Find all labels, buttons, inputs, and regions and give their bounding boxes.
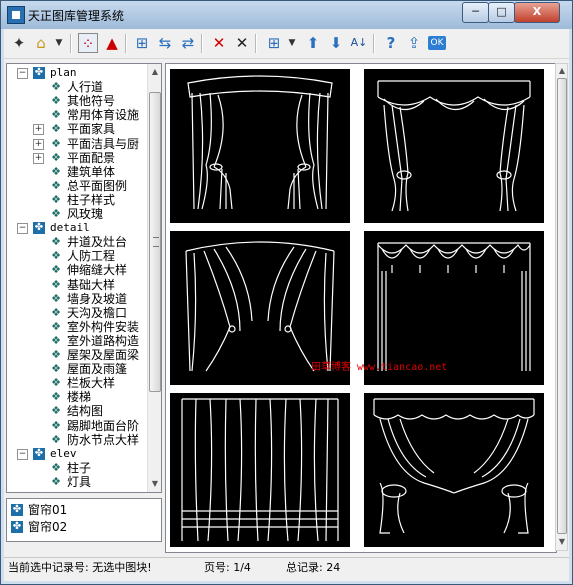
library-leaf-icon: ❖ xyxy=(51,277,61,291)
library-leaf-icon: ❖ xyxy=(51,404,61,418)
category-icon: ✤ xyxy=(33,447,45,460)
library-leaf-icon: ❖ xyxy=(51,235,61,249)
status-bar: 当前选中记录号: 无选中图块! 页号: 1/4 总记录: 24 xyxy=(4,557,569,578)
window-title: 天正图库管理系统 xyxy=(28,9,125,23)
gallery-scrollbar[interactable]: ▲ ▼ xyxy=(555,63,568,551)
library-leaf-icon: ❖ xyxy=(51,362,61,376)
ok-icon[interactable]: OK xyxy=(428,36,446,50)
curtain-thumbnail[interactable] xyxy=(364,393,544,547)
curtain-thumbnail[interactable] xyxy=(170,69,350,223)
move-down-icon[interactable]: ⬇ xyxy=(326,33,346,53)
curtain-thumbnail[interactable] xyxy=(170,393,350,547)
library-leaf-icon: ❖ xyxy=(51,108,61,122)
library-leaf-icon: ❖ xyxy=(51,122,61,136)
library-leaf-icon: ❖ xyxy=(51,305,61,319)
status-current-record: 当前选中记录号: 无选中图块! xyxy=(8,561,152,574)
status-total: 总记录: 24 xyxy=(286,561,341,574)
library-leaf-icon: ❖ xyxy=(51,164,61,178)
library-leaf-icon: ❖ xyxy=(51,207,61,220)
maximize-button[interactable]: □ xyxy=(488,2,515,23)
sort-az-icon[interactable]: A↓ xyxy=(349,33,369,53)
toolbar: ✦ ⌂ ▼ ⁘ ▲ ⊞ ⇆ ⇄ ✕ ✕ ⊞ ▼ ⬆ ⬇ A↓ ? ⇪ OK xyxy=(4,29,569,59)
view-layout-icon[interactable]: ⊞ xyxy=(264,33,284,53)
library-leaf-icon: ❖ xyxy=(51,474,61,488)
library-leaf-icon: ❖ xyxy=(51,418,61,432)
expand-toggle-icon[interactable]: + xyxy=(33,152,44,164)
dropdown-arrow-icon[interactable]: ▼ xyxy=(54,33,64,53)
scroll-up-arrow-icon[interactable]: ▲ xyxy=(149,66,161,78)
client-area: ✦ ⌂ ▼ ⁘ ▲ ⊞ ⇆ ⇄ ✕ ✕ ⊞ ▼ ⬆ ⬇ A↓ ? ⇪ OK − ✤… xyxy=(4,29,569,581)
refresh-icon[interactable]: ⊞ xyxy=(132,33,152,53)
library-leaf-icon: ❖ xyxy=(51,263,61,277)
title-bar[interactable]: 天正图库管理系统 ─ □ X xyxy=(1,1,572,29)
tree-scrollbar[interactable]: ▲ ▼ xyxy=(147,64,161,492)
watermark-text: 田草博客 www.tiancao.net xyxy=(311,362,448,373)
library-leaf-icon: ❖ xyxy=(51,178,61,192)
move-icon[interactable]: ⇄ xyxy=(178,33,198,53)
library-leaf-icon: ❖ xyxy=(51,150,61,164)
scroll-down-arrow-icon[interactable]: ▼ xyxy=(149,478,161,490)
expand-toggle-icon[interactable]: + xyxy=(33,124,44,136)
grid-select-icon[interactable]: ⁘ xyxy=(78,33,98,53)
tree-scroll-thumb[interactable] xyxy=(149,92,161,392)
library-leaf-icon: ❖ xyxy=(51,460,61,474)
library-leaf-icon: ❖ xyxy=(51,333,61,347)
expand-toggle-icon[interactable]: + xyxy=(33,138,44,150)
new-icon[interactable]: ✦ xyxy=(9,33,29,53)
library-leaf-icon: ❖ xyxy=(51,136,61,150)
category-icon: ✤ xyxy=(33,222,45,235)
category-icon: ✤ xyxy=(33,67,45,79)
app-icon xyxy=(7,6,25,24)
library-leaf-icon: ❖ xyxy=(51,80,61,94)
library-leaf-icon: ❖ xyxy=(51,249,61,263)
gallery-scroll-up-icon[interactable]: ▲ xyxy=(556,65,568,77)
move-up-icon[interactable]: ⬆ xyxy=(303,33,323,53)
library-leaf-icon: ❖ xyxy=(51,390,61,404)
curtain-thumbnail[interactable] xyxy=(364,69,544,223)
help-icon[interactable]: ? xyxy=(381,33,401,53)
triangle-icon[interactable]: ▲ xyxy=(102,33,122,53)
gallery-scroll-thumb[interactable] xyxy=(557,78,567,534)
collapse-toggle-icon[interactable]: − xyxy=(17,68,28,79)
close-window-button[interactable]: X xyxy=(514,2,560,23)
close-icon[interactable]: ✕ xyxy=(232,33,252,53)
status-page: 页号: 1/4 xyxy=(204,561,251,574)
category-tree[interactable]: − ✤ plan ❖ 人行道 ❖ 其他符号 ❖ 常用体育设施 + ❖ 平面家具 + ❖ 平面洁具与厨 + ❖ 平面… xyxy=(6,63,162,493)
replace-icon[interactable]: ⇆ xyxy=(155,33,175,53)
library-leaf-icon: ❖ xyxy=(51,432,61,446)
minimize-button[interactable]: ─ xyxy=(462,2,489,23)
library-leaf-icon: ❖ xyxy=(51,291,61,305)
delete-icon[interactable]: ✕ xyxy=(209,33,229,53)
layout-dropdown-icon[interactable]: ▼ xyxy=(287,33,297,53)
library-leaf-icon: ❖ xyxy=(51,192,61,206)
library-leaf-icon: ❖ xyxy=(51,376,61,390)
export-icon[interactable]: ⇪ xyxy=(404,33,424,53)
collapse-toggle-icon[interactable]: − xyxy=(17,223,28,235)
selected-block-list[interactable]: ✤ 窗帘01 ✤ 窗帘02 xyxy=(6,498,162,542)
library-leaf-icon: ❖ xyxy=(51,319,61,333)
library-leaf-icon: ❖ xyxy=(51,348,61,361)
open-folder-icon[interactable]: ⌂ xyxy=(31,33,51,53)
library-leaf-icon: ❖ xyxy=(51,94,61,108)
image-gallery[interactable]: 田草博客 www.tiancao.net xyxy=(165,63,557,553)
collapse-toggle-icon[interactable]: − xyxy=(17,448,28,460)
gallery-scroll-down-icon[interactable]: ▼ xyxy=(556,536,568,548)
app-window: 天正图库管理系统 ─ □ X ✦ ⌂ ▼ ⁘ ▲ ⊞ ⇆ ⇄ ✕ ✕ ⊞ ▼ ⬆… xyxy=(0,0,573,585)
